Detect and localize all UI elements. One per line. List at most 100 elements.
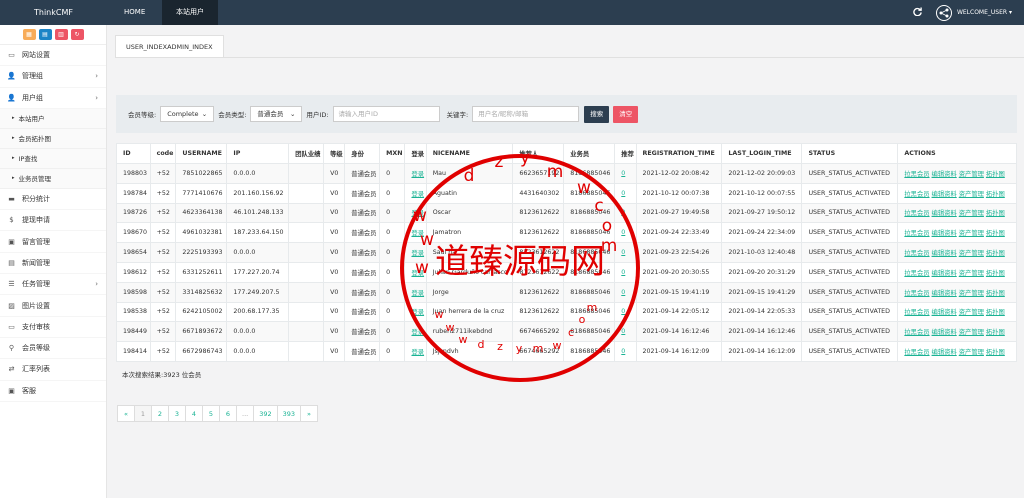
sidebar-item[interactable]: $ 提现申请 bbox=[0, 210, 106, 232]
action-link[interactable]: 拉黑会员 bbox=[904, 329, 929, 336]
page-button[interactable]: » bbox=[300, 405, 319, 422]
sidebar-item[interactable]: ▭ 支付审核 bbox=[0, 317, 106, 338]
page-button[interactable]: 6 bbox=[219, 405, 237, 422]
referral-count-link[interactable]: 0 bbox=[621, 289, 625, 296]
action-link[interactable]: 拓扑图 bbox=[986, 270, 1005, 277]
sidebar-item[interactable]: ⚲ 会员等级 bbox=[0, 338, 106, 360]
action-link[interactable]: 资产管理 bbox=[959, 171, 984, 178]
sidebar-item[interactable]: 👤 用户组 › bbox=[0, 88, 106, 109]
login-link[interactable]: 登录 bbox=[411, 290, 424, 297]
referral-count-link[interactable]: 0 bbox=[621, 269, 625, 276]
grid-icon[interactable]: ▦ bbox=[22, 29, 36, 40]
login-link[interactable]: 登录 bbox=[411, 171, 424, 178]
login-link[interactable]: 登录 bbox=[411, 250, 424, 257]
sidebar-item[interactable]: ▤ 新闻管理 bbox=[0, 253, 106, 275]
sidebar-item[interactable]: ▬ 积分统计 bbox=[0, 189, 106, 211]
sidebar-item[interactable]: ☰ 任务管理 › bbox=[0, 274, 106, 296]
action-link[interactable]: 拉黑会员 bbox=[904, 230, 929, 237]
sidebar-item[interactable]: ▣ 客服 bbox=[0, 381, 106, 402]
action-link[interactable]: 编辑资料 bbox=[932, 290, 957, 297]
sidebar-subitem[interactable]: ▸ 本站用户 bbox=[0, 108, 106, 129]
login-link[interactable]: 登录 bbox=[411, 230, 424, 237]
level-select[interactable]: Complete ⌄ bbox=[160, 106, 215, 122]
action-link[interactable]: 资产管理 bbox=[959, 270, 984, 277]
action-link[interactable]: 资产管理 bbox=[959, 329, 984, 336]
sidebar-item[interactable]: ▨ 图片设置 bbox=[0, 295, 106, 317]
referral-count-link[interactable]: 0 bbox=[621, 348, 625, 355]
page-button[interactable]: 4 bbox=[185, 405, 203, 422]
brand-logo[interactable]: ThinkCMF bbox=[0, 0, 107, 25]
action-link[interactable]: 拉黑会员 bbox=[904, 171, 929, 178]
action-link[interactable]: 拓扑图 bbox=[986, 250, 1005, 257]
action-link[interactable]: 拓扑图 bbox=[986, 210, 1005, 217]
referral-count-link[interactable]: 0 bbox=[621, 328, 625, 335]
login-link[interactable]: 登录 bbox=[411, 349, 424, 356]
action-link[interactable]: 资产管理 bbox=[959, 349, 984, 356]
page-button[interactable]: 392 bbox=[253, 405, 278, 422]
action-link[interactable]: 编辑资料 bbox=[932, 329, 957, 336]
action-link[interactable]: 资产管理 bbox=[959, 290, 984, 297]
referral-count-link[interactable]: 0 bbox=[621, 229, 625, 236]
sidebar-subitem[interactable]: ▸ 会员拓扑图 bbox=[0, 128, 106, 149]
action-link[interactable]: 拉黑会员 bbox=[904, 309, 929, 316]
login-link[interactable]: 登录 bbox=[411, 270, 424, 277]
search-button[interactable]: 搜索 bbox=[584, 105, 610, 123]
sidebar-item[interactable]: ⇄ 汇率列表 bbox=[0, 359, 106, 381]
action-link[interactable]: 资产管理 bbox=[959, 250, 984, 257]
action-link[interactable]: 编辑资料 bbox=[932, 270, 957, 277]
action-link[interactable]: 拓扑图 bbox=[986, 171, 1005, 178]
login-link[interactable]: 登录 bbox=[411, 309, 424, 316]
keyword-input[interactable]: 用户名/昵称/邮箱 bbox=[472, 106, 580, 122]
sidebar-subitem[interactable]: ▸ IP查找 bbox=[0, 148, 106, 169]
action-link[interactable]: 资产管理 bbox=[959, 210, 984, 217]
uid-input[interactable]: 请输入用户ID bbox=[332, 106, 440, 122]
action-link[interactable]: 编辑资料 bbox=[932, 210, 957, 217]
action-link[interactable]: 资产管理 bbox=[959, 309, 984, 316]
action-link[interactable]: 拉黑会员 bbox=[904, 250, 929, 257]
sidebar-item[interactable]: ▭ 网站设置 bbox=[0, 45, 106, 67]
referral-count-link[interactable]: 0 bbox=[621, 308, 625, 315]
page-button[interactable]: 5 bbox=[202, 405, 220, 422]
action-link[interactable]: 拉黑会员 bbox=[904, 270, 929, 277]
clear-button[interactable]: 清空 bbox=[613, 105, 639, 123]
page-button[interactable]: 3 bbox=[168, 405, 186, 422]
action-link[interactable]: 拉黑会员 bbox=[904, 191, 929, 198]
action-link[interactable]: 编辑资料 bbox=[932, 250, 957, 257]
login-link[interactable]: 登录 bbox=[411, 210, 424, 217]
action-link[interactable]: 编辑资料 bbox=[932, 349, 957, 356]
referral-count-link[interactable]: 0 bbox=[621, 190, 625, 197]
action-link[interactable]: 拓扑图 bbox=[986, 290, 1005, 297]
sidebar-item[interactable]: 👤 管理组 › bbox=[0, 66, 106, 88]
action-link[interactable]: 资产管理 bbox=[959, 191, 984, 198]
login-link[interactable]: 登录 bbox=[411, 329, 424, 336]
action-link[interactable]: 编辑资料 bbox=[932, 191, 957, 198]
action-link[interactable]: 拓扑图 bbox=[986, 349, 1005, 356]
user-menu[interactable]: WELCOME_USER ▾ bbox=[957, 9, 1012, 16]
type-select[interactable]: 普通会员 ⌄ bbox=[250, 106, 303, 122]
action-link[interactable]: 拓扑图 bbox=[986, 230, 1005, 237]
action-link[interactable]: 编辑资料 bbox=[932, 230, 957, 237]
action-link[interactable]: 拓扑图 bbox=[986, 309, 1005, 316]
tab-user-index[interactable]: USER_INDEXADMIN_INDEX bbox=[115, 35, 224, 57]
login-link[interactable]: 登录 bbox=[411, 191, 424, 198]
action-link[interactable]: 拓扑图 bbox=[986, 329, 1005, 336]
action-link[interactable]: 拉黑会员 bbox=[904, 290, 929, 297]
action-link[interactable]: 编辑资料 bbox=[932, 309, 957, 316]
action-link[interactable]: 拉黑会员 bbox=[904, 210, 929, 217]
recycle-icon[interactable]: ↻ bbox=[70, 29, 84, 40]
action-link[interactable]: 资产管理 bbox=[959, 230, 984, 237]
nav-home[interactable]: HOME bbox=[110, 0, 159, 25]
page-button[interactable]: « bbox=[117, 405, 135, 422]
referral-count-link[interactable]: 0 bbox=[621, 209, 625, 216]
page-button[interactable]: 393 bbox=[276, 405, 302, 422]
action-link[interactable]: 拓扑图 bbox=[986, 191, 1005, 198]
nav-current-tab[interactable]: 本站用户 bbox=[162, 0, 218, 25]
sidebar-item[interactable]: ▣ 留言管理 bbox=[0, 231, 106, 253]
action-link[interactable]: 编辑资料 bbox=[932, 171, 957, 178]
referral-count-link[interactable]: 0 bbox=[621, 170, 625, 177]
refresh-icon[interactable] bbox=[910, 6, 926, 19]
trash-icon[interactable]: ▥ bbox=[54, 29, 68, 40]
share-avatar-icon[interactable] bbox=[935, 4, 952, 21]
action-link[interactable]: 拉黑会员 bbox=[904, 349, 929, 356]
file-icon[interactable]: ▤ bbox=[38, 29, 52, 40]
